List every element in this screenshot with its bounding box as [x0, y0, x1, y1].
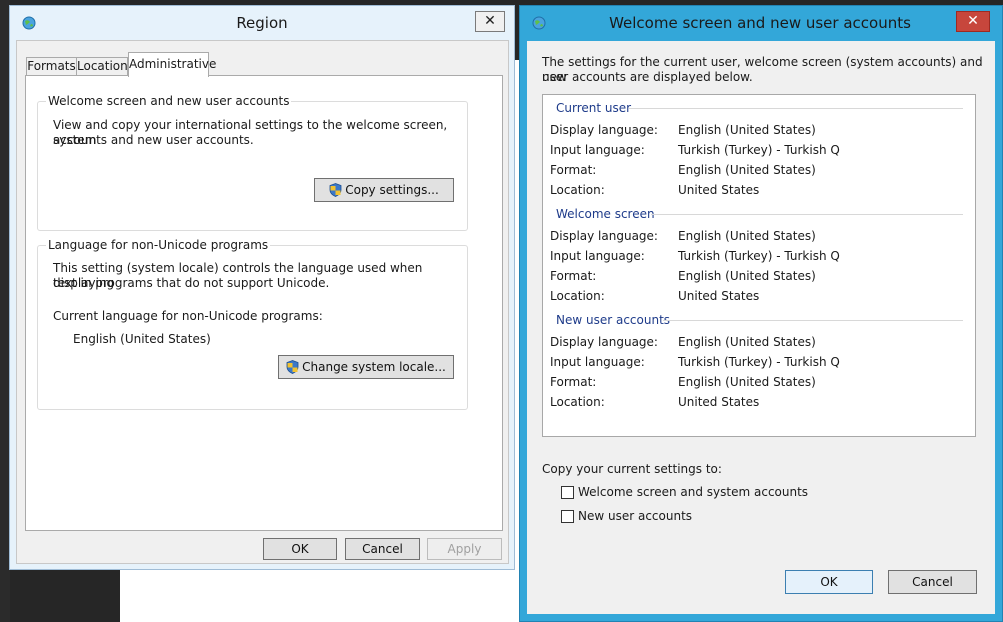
welcome-location-key: Location:	[550, 289, 605, 303]
newuser-location-key: Location:	[550, 395, 605, 409]
welcome-client-area: The settings for the current user, welco…	[527, 41, 995, 614]
welcome-cancel-button[interactable]: Cancel	[888, 570, 977, 594]
newuser-format-value: English (United States)	[678, 375, 816, 389]
current-locale-label: Current language for non-Unicode program…	[53, 309, 323, 323]
welcome-input-language-value: Turkish (Turkey) - Turkish Q	[678, 249, 840, 263]
checkbox-welcome-screen-box[interactable]	[561, 486, 574, 499]
locale-group-desc-line2: text in programs that do not support Uni…	[53, 276, 330, 290]
current-location-key: Location:	[550, 183, 605, 197]
tab-location[interactable]: Location	[76, 57, 128, 76]
current-input-language-value: Turkish (Turkey) - Turkish Q	[678, 143, 840, 157]
welcome-group-title: Welcome screen and new user accounts	[46, 94, 292, 108]
tab-formats[interactable]: Formats	[26, 57, 77, 76]
section-new-user-accounts-title: New user accounts	[556, 313, 671, 327]
administrative-tab-page: Welcome screen and new user accounts Vie…	[25, 75, 503, 531]
tab-formats-label: Formats	[27, 59, 76, 73]
welcome-display-language-key: Display language:	[550, 229, 658, 243]
welcome-close-button[interactable]: ✕	[956, 11, 990, 32]
uac-shield-icon	[329, 183, 342, 197]
welcome-format-key: Format:	[550, 269, 597, 283]
settings-summary-panel: Current user Display language: English (…	[542, 94, 976, 437]
globe-icon	[532, 16, 546, 30]
welcome-title: Welcome screen and new user accounts set…	[609, 14, 911, 66]
change-system-locale-label: Change system locale...	[302, 360, 446, 374]
newuser-format-key: Format:	[550, 375, 597, 389]
section-current-user-title: Current user	[556, 101, 632, 115]
welcome-settings-window: Welcome screen and new user accounts set…	[519, 5, 1003, 622]
section-divider	[629, 108, 963, 109]
welcome-location-value: United States	[678, 289, 760, 303]
uac-shield-icon	[286, 360, 299, 374]
welcome-display-language-value: English (United States)	[678, 229, 816, 243]
welcome-input-language-key: Input language:	[550, 249, 645, 263]
newuser-display-language-key: Display language:	[550, 335, 658, 349]
newuser-location-value: United States	[678, 395, 760, 409]
section-divider	[651, 214, 963, 215]
tab-administrative[interactable]: Administrative	[128, 52, 216, 77]
welcome-ok-button[interactable]: OK	[785, 570, 873, 594]
region-apply-button[interactable]: Apply	[427, 538, 502, 560]
welcome-group-desc-line2: accounts and new user accounts.	[53, 133, 254, 147]
current-format-key: Format:	[550, 163, 597, 177]
locale-group-title: Language for non-Unicode programs	[46, 238, 271, 252]
region-cancel-button[interactable]: Cancel	[345, 538, 420, 560]
globe-icon	[22, 16, 36, 30]
newuser-display-language-value: English (United States)	[678, 335, 816, 349]
copy-settings-button[interactable]: Copy settings...	[314, 178, 454, 202]
tab-administrative-label: Administrative	[129, 57, 217, 71]
region-client-area: Formats Location Administrative Welcome …	[16, 40, 509, 564]
region-titlebar[interactable]: Region ✕	[10, 6, 514, 40]
current-location-value: United States	[678, 183, 760, 197]
locale-groupbox: Language for non-Unicode programs This s…	[37, 238, 468, 410]
newuser-input-language-key: Input language:	[550, 355, 645, 369]
tab-location-label: Location	[77, 59, 128, 73]
welcome-groupbox: Welcome screen and new user accounts Vie…	[37, 94, 468, 231]
section-welcome-screen-title: Welcome screen	[556, 207, 655, 221]
section-divider	[663, 320, 963, 321]
close-icon: ✕	[484, 13, 496, 29]
close-icon: ✕	[967, 13, 979, 29]
change-system-locale-button[interactable]: Change system locale...	[278, 355, 454, 379]
current-display-language-key: Display language:	[550, 123, 658, 137]
copy-settings-to-label: Copy your current settings to:	[542, 462, 722, 476]
region-close-button[interactable]: ✕	[475, 11, 505, 32]
region-window: Region ✕ Formats Location Administrative…	[9, 5, 515, 570]
intro-line2: user accounts are displayed below.	[542, 70, 753, 84]
newuser-input-language-value: Turkish (Turkey) - Turkish Q	[678, 355, 840, 369]
current-display-language-value: English (United States)	[678, 123, 816, 137]
checkbox-new-user-accounts-box[interactable]	[561, 510, 574, 523]
region-title: Region	[236, 14, 288, 32]
current-input-language-key: Input language:	[550, 143, 645, 157]
copy-settings-label: Copy settings...	[345, 183, 439, 197]
current-locale-value: English (United States)	[73, 332, 211, 346]
current-format-value: English (United States)	[678, 163, 816, 177]
welcome-format-value: English (United States)	[678, 269, 816, 283]
checkbox-new-user-accounts-label[interactable]: New user accounts	[578, 509, 692, 523]
region-ok-button[interactable]: OK	[263, 538, 337, 560]
welcome-titlebar[interactable]: Welcome screen and new user accounts set…	[520, 6, 1002, 66]
checkbox-welcome-screen-label[interactable]: Welcome screen and system accounts	[578, 485, 808, 499]
